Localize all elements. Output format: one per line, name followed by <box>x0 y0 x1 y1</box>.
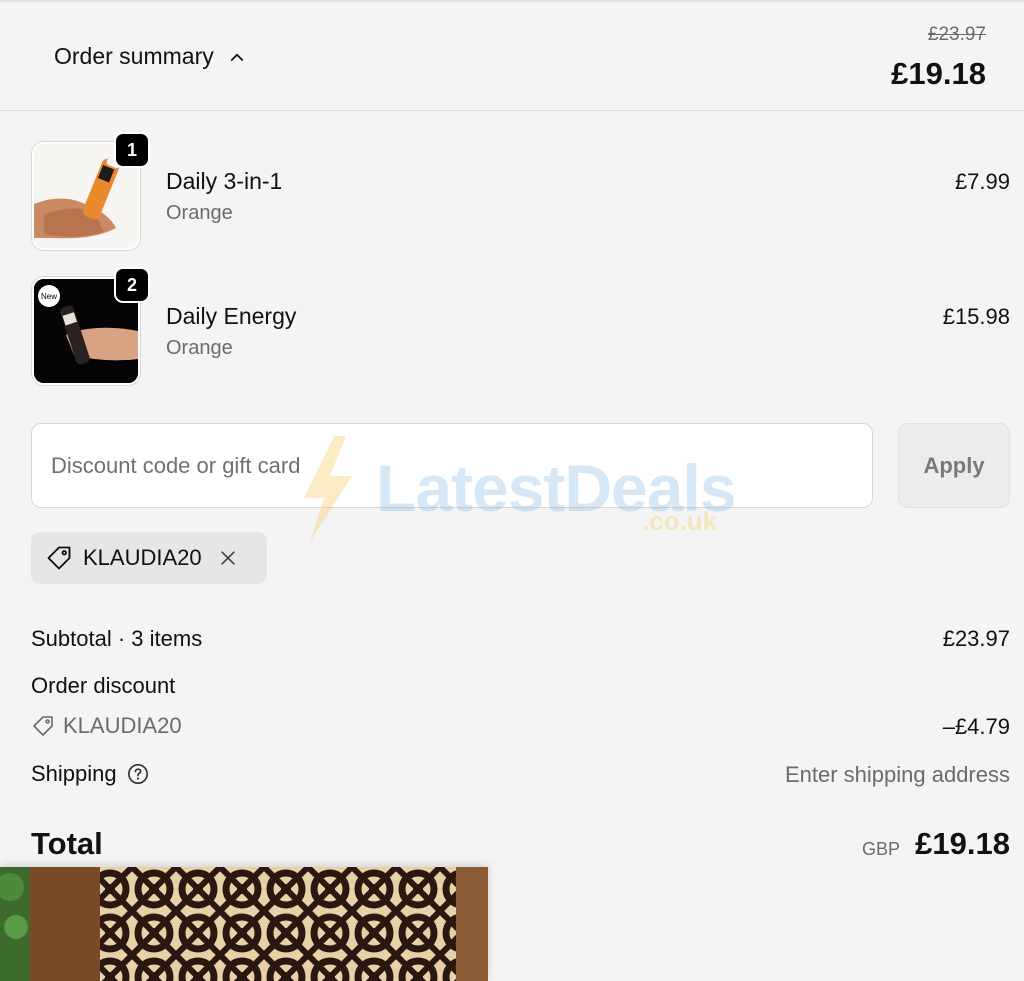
order-discount-label: Order discount <box>31 673 176 698</box>
line-item: New 2 Daily Energy Orange £15.98 <box>0 267 1024 385</box>
lattice-pattern-icon <box>0 867 488 981</box>
discount-code-row: KLAUDIA20 <box>31 713 182 739</box>
product-variant: Orange <box>166 337 233 359</box>
total-label: Total <box>31 826 103 861</box>
chevron-up-icon <box>230 53 243 61</box>
order-summary-label: Order summary <box>54 43 214 69</box>
currency-code: GBP <box>861 839 900 859</box>
quantity-badge: 1 <box>114 132 150 168</box>
line-item: 1 Daily 3-in-1 Orange £7.99 <box>0 132 1024 250</box>
product-price: £7.99 <box>954 169 1010 194</box>
product-name: Daily Energy <box>166 303 297 329</box>
applied-discount-code: KLAUDIA20 <box>83 545 202 570</box>
subtotal-value: £23.97 <box>942 626 1010 651</box>
total-amount: £19.18 <box>915 826 1010 861</box>
discount-value: –£4.79 <box>942 714 1010 739</box>
shipping-row: Shipping <box>31 761 149 787</box>
product-name: Daily 3-in-1 <box>166 168 283 194</box>
product-price: £15.98 <box>942 304 1010 329</box>
header-total: £19.18 <box>891 56 986 91</box>
discount-code-input[interactable] <box>31 423 873 508</box>
watermark-subtext: .co.uk <box>642 506 718 536</box>
new-badge: New <box>41 292 57 301</box>
shipping-label: Shipping <box>31 761 117 786</box>
close-icon[interactable] <box>218 548 238 568</box>
shipping-value: Enter shipping address <box>784 762 1010 787</box>
discount-code-text: KLAUDIA20 <box>63 713 182 738</box>
order-summary-header: Order summary £23.97 £19.18 <box>0 0 1024 111</box>
question-circle-icon[interactable] <box>127 763 149 785</box>
applied-discount-chip: KLAUDIA20 <box>31 532 267 584</box>
quantity-badge: 2 <box>114 267 150 303</box>
tag-icon <box>47 546 71 570</box>
product-variant: Orange <box>166 202 233 224</box>
subtotal-label: Subtotal · 3 items <box>31 626 203 651</box>
tag-icon <box>33 716 53 736</box>
apply-discount-button[interactable]: Apply <box>898 423 1010 508</box>
order-summary-toggle[interactable]: Order summary <box>54 43 246 70</box>
lattice-photo <box>0 867 488 981</box>
original-total: £23.97 <box>927 24 986 45</box>
